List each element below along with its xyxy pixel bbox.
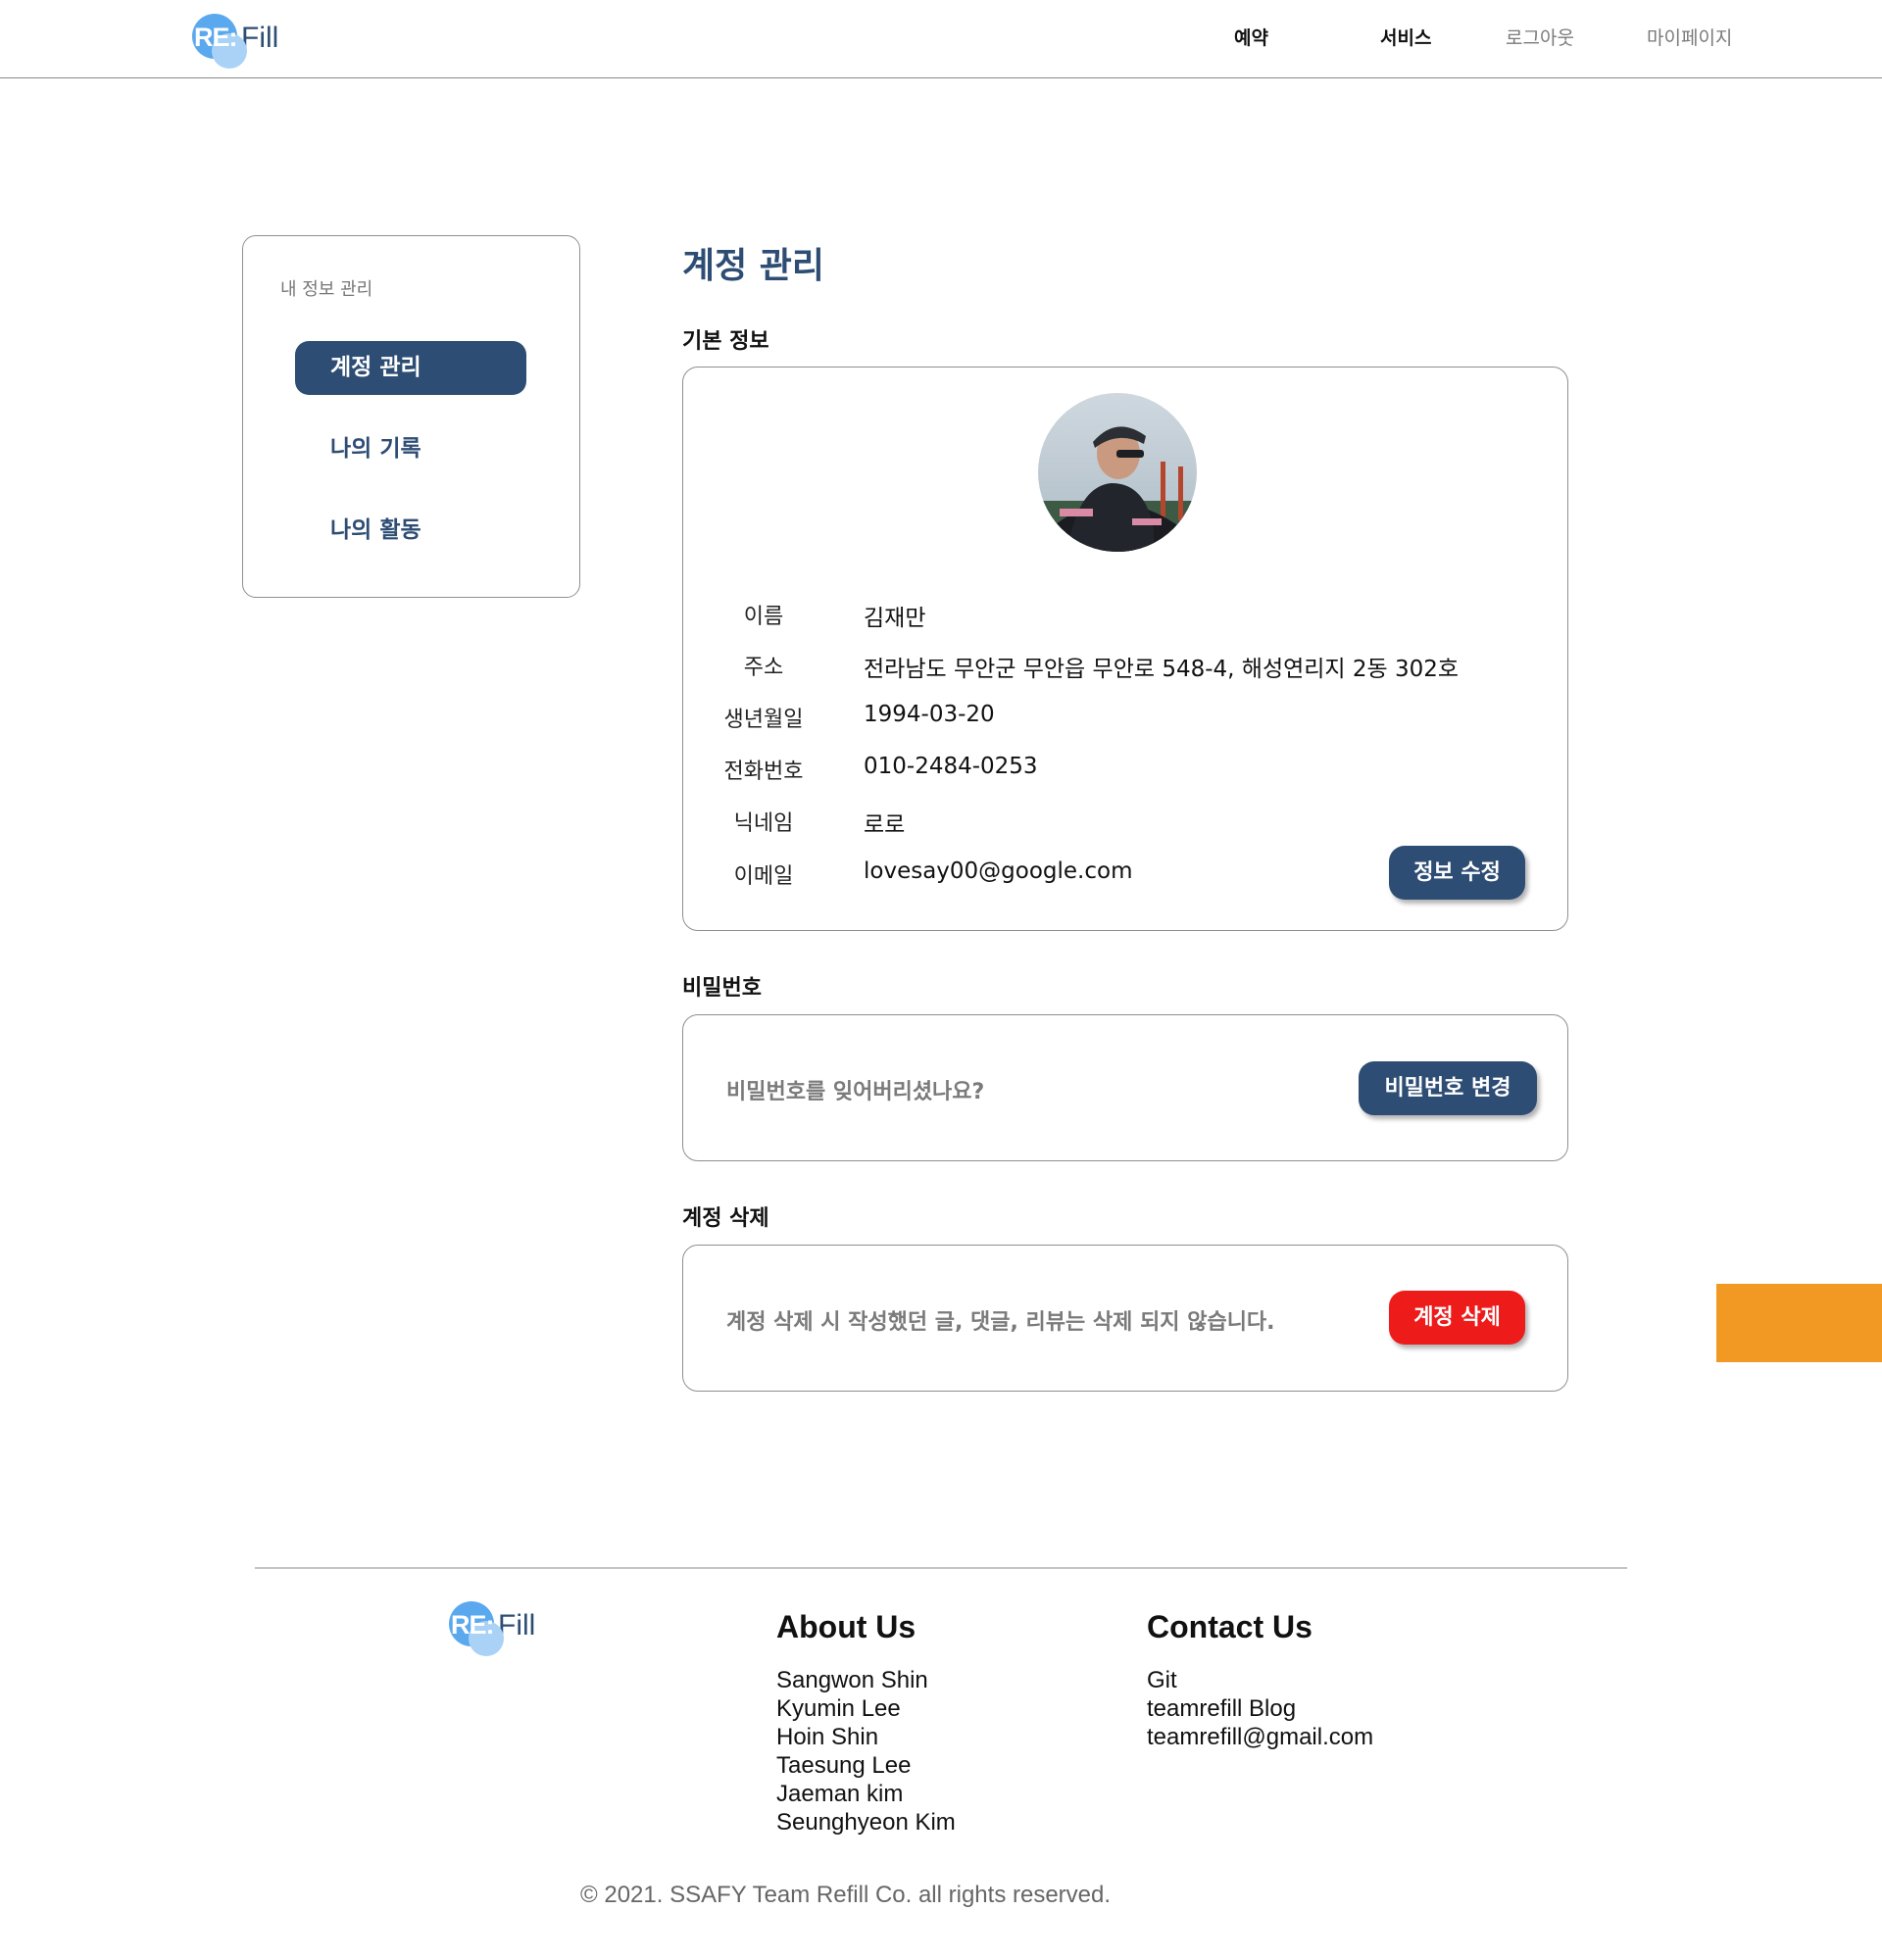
about-member: Hoin Shin bbox=[776, 1724, 879, 1750]
field-value-birthdate: 1994-03-20 bbox=[864, 702, 995, 727]
sidebar-menu: 내 정보 관리 계정 관리 나의 기록 나의 활동 bbox=[242, 235, 580, 598]
field-label-phone: 전화번호 bbox=[723, 760, 804, 784]
floating-orange-tab[interactable] bbox=[1716, 1284, 1882, 1362]
nav-service[interactable]: 서비스 bbox=[1380, 24, 1431, 50]
profile-avatar bbox=[1038, 393, 1197, 552]
sidebar-title: 내 정보 관리 bbox=[280, 279, 373, 300]
contact-link-blog[interactable]: teamrefill Blog bbox=[1147, 1694, 1373, 1723]
footer-about-heading: About Us bbox=[776, 1609, 916, 1644]
footer-about-list: Sangwon Shin Kyumin Lee Hoin Shin Taesun… bbox=[776, 1666, 956, 1837]
basic-info-heading: 기본 정보 bbox=[682, 329, 769, 354]
field-value-nickname: 로로 bbox=[864, 812, 906, 838]
footer-logo[interactable]: RE: Fill bbox=[449, 1601, 535, 1656]
footer-contact-list: Git teamrefill Blog teamrefill@gmail.com bbox=[1147, 1666, 1373, 1751]
edit-info-button[interactable]: 정보 수정 bbox=[1389, 846, 1525, 900]
sidebar-item-account[interactable]: 계정 관리 bbox=[295, 341, 526, 395]
password-card: 비밀번호를 잊어버리셨나요? 비밀번호 변경 bbox=[682, 1014, 1568, 1161]
field-label-name: 이름 bbox=[743, 605, 784, 629]
about-member: Taesung Lee bbox=[776, 1752, 912, 1779]
top-header: RE: Fill 예약 서비스 로그아웃 마이페이지 bbox=[0, 0, 1882, 78]
field-label-email: 이메일 bbox=[733, 864, 794, 889]
nav-mypage[interactable]: 마이페이지 bbox=[1647, 24, 1732, 50]
about-member: Sangwon Shin bbox=[776, 1667, 928, 1693]
header-logo[interactable]: RE: Fill bbox=[192, 14, 278, 69]
sidebar-item-activity[interactable]: 나의 활동 bbox=[295, 504, 526, 558]
delete-account-card: 계정 삭제 시 작성했던 글, 댓글, 리뷰는 삭제 되지 않습니다. 계정 삭… bbox=[682, 1245, 1568, 1392]
about-member: Seunghyeon Kim bbox=[776, 1809, 956, 1836]
field-label-nickname: 닉네임 bbox=[733, 811, 794, 836]
field-label-address: 주소 bbox=[743, 656, 784, 680]
about-member: Jaeman kim bbox=[776, 1781, 904, 1807]
logo-mark-icon: RE: bbox=[192, 14, 249, 69]
field-value-phone: 010-2484-0253 bbox=[864, 754, 1038, 779]
contact-link-git[interactable]: Git bbox=[1147, 1666, 1373, 1694]
field-value-address: 전라남도 무안군 무안읍 무안로 548-4, 해성연리지 2동 302호 bbox=[864, 657, 1460, 682]
field-value-name: 김재만 bbox=[864, 606, 926, 631]
sidebar-item-records[interactable]: 나의 기록 bbox=[295, 422, 526, 476]
about-member: Kyumin Lee bbox=[776, 1695, 901, 1722]
delete-account-button[interactable]: 계정 삭제 bbox=[1389, 1291, 1525, 1345]
field-value-email: lovesay00@google.com bbox=[864, 858, 1133, 884]
page-title: 계정 관리 bbox=[682, 246, 825, 286]
footer-divider bbox=[255, 1567, 1627, 1569]
nav-reserve[interactable]: 예약 bbox=[1234, 24, 1268, 50]
footer-contact-heading: Contact Us bbox=[1147, 1609, 1312, 1644]
password-heading: 비밀번호 bbox=[682, 976, 762, 1001]
nav-logout[interactable]: 로그아웃 bbox=[1506, 24, 1574, 50]
change-password-button[interactable]: 비밀번호 변경 bbox=[1359, 1061, 1537, 1115]
contact-link-email[interactable]: teamrefill@gmail.com bbox=[1147, 1723, 1373, 1751]
footer-copyright: © 2021. SSAFY Team Refill Co. all rights… bbox=[580, 1882, 1112, 1908]
password-forgot-text: 비밀번호를 잊어버리셨나요? bbox=[726, 1080, 985, 1104]
field-label-birthdate: 생년월일 bbox=[723, 708, 804, 732]
delete-account-heading: 계정 삭제 bbox=[682, 1206, 769, 1231]
basic-info-card: 이름 김재만 주소 전라남도 무안군 무안읍 무안로 548-4, 해성연리지 … bbox=[682, 367, 1568, 931]
delete-account-notice: 계정 삭제 시 작성했던 글, 댓글, 리뷰는 삭제 되지 않습니다. bbox=[726, 1310, 1275, 1335]
footer-logo-mark-icon: RE: bbox=[449, 1601, 506, 1656]
